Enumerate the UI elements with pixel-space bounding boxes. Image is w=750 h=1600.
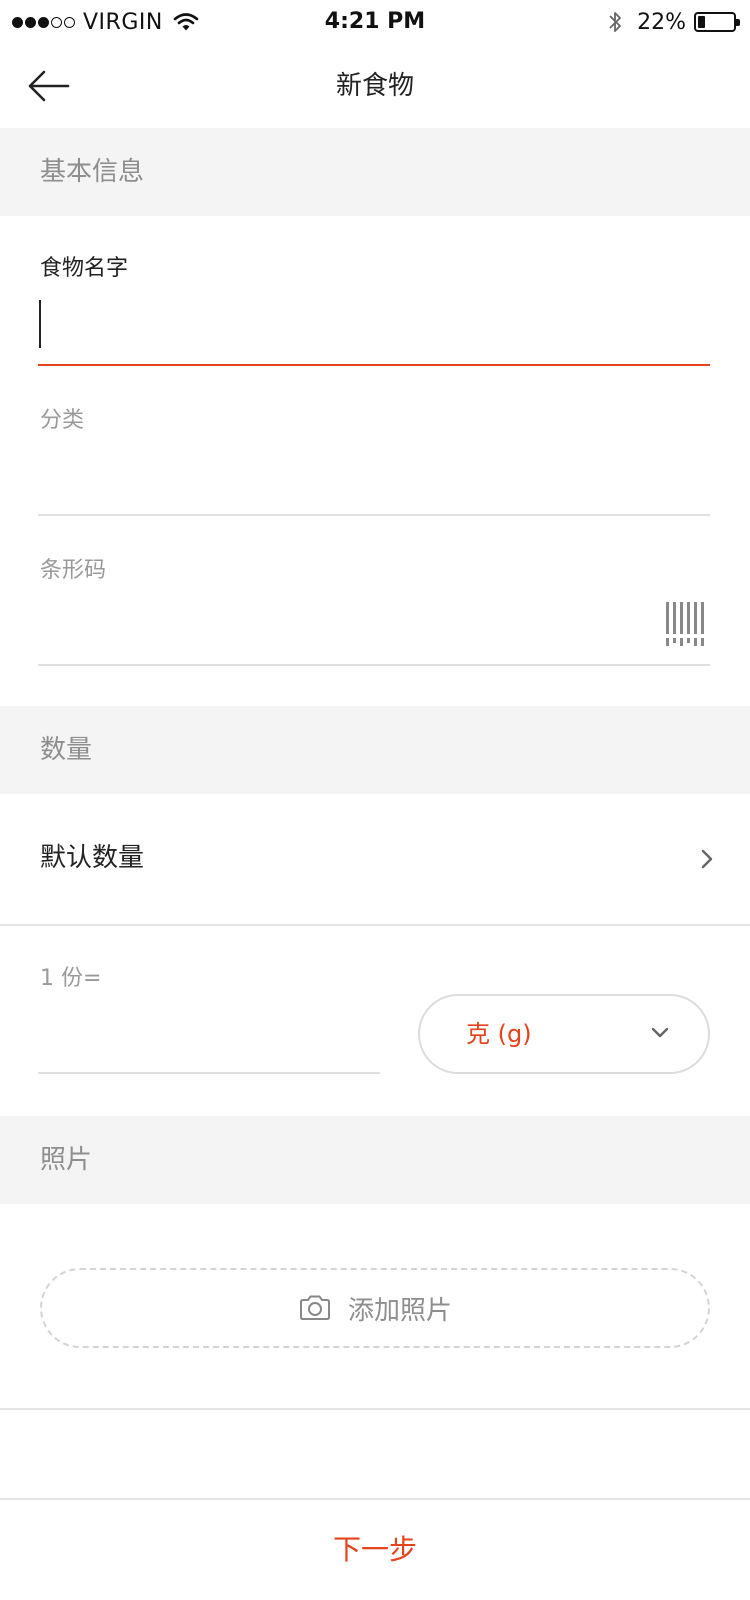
section-title: 照片	[40, 1145, 93, 1175]
add-photo-label: 添加照片	[347, 1295, 452, 1326]
chevron-right-icon	[701, 849, 713, 869]
status-bar: VIRGIN 4:21 PM 22%	[0, 0, 750, 44]
unit-value: 克 (g)	[466, 1020, 532, 1048]
barcode-label: 条形码	[40, 558, 107, 583]
barcode-underline	[38, 664, 710, 666]
barcode-icon[interactable]	[660, 598, 710, 650]
bluetooth-icon	[609, 12, 621, 32]
barcode-input[interactable]	[38, 596, 648, 656]
battery-icon	[694, 12, 740, 32]
text-caret	[39, 300, 41, 348]
divider	[0, 1408, 750, 1410]
chevron-down-icon	[651, 1027, 669, 1038]
food-name-input[interactable]	[38, 294, 710, 354]
next-step-label: 下一步	[332, 1533, 417, 1566]
default-quantity-label: 默认数量	[40, 843, 145, 873]
signal-dot	[38, 16, 49, 28]
wifi-icon	[173, 13, 199, 31]
battery-cap	[736, 19, 740, 26]
section-title: 数量	[40, 735, 93, 765]
navigation-bar: 新食物	[0, 44, 750, 128]
divider	[0, 924, 750, 926]
food-name-label: 食物名字	[40, 256, 129, 281]
arrow-left-icon	[28, 70, 70, 102]
status-bar-right: 22%	[607, 6, 740, 38]
serving-amount-input[interactable]	[38, 1004, 378, 1064]
section-header-photos: 照片	[0, 1116, 750, 1204]
status-bar-left: VIRGIN	[12, 6, 199, 38]
battery-percent: 22%	[637, 9, 686, 35]
category-input[interactable]	[38, 446, 710, 506]
signal-dot	[12, 16, 23, 28]
food-name-underline	[38, 364, 710, 366]
battery-fill	[698, 16, 705, 28]
back-button[interactable]	[20, 62, 76, 110]
section-header-quantity: 数量	[0, 706, 750, 794]
signal-dot	[51, 16, 62, 28]
section-header-basic-info: 基本信息	[0, 128, 750, 216]
serving-amount-underline	[38, 1072, 380, 1074]
serving-label: 1 份=	[40, 966, 102, 991]
default-quantity-row[interactable]: 默认数量	[0, 794, 750, 922]
next-step-button[interactable]: 下一步	[0, 1500, 750, 1600]
signal-dot	[64, 16, 75, 28]
section-title: 基本信息	[40, 157, 145, 187]
camera-icon	[299, 1295, 330, 1320]
signal-strength-icon	[12, 16, 75, 28]
category-underline	[38, 514, 710, 516]
signal-dot	[25, 16, 36, 28]
carrier-name: VIRGIN	[83, 9, 163, 35]
category-label: 分类	[40, 408, 85, 433]
unit-dropdown[interactable]: 克 (g)	[418, 994, 710, 1074]
page-title: 新食物	[335, 71, 414, 101]
add-photo-content: 添加照片	[42, 1270, 708, 1346]
add-photo-button[interactable]: 添加照片	[40, 1268, 710, 1348]
